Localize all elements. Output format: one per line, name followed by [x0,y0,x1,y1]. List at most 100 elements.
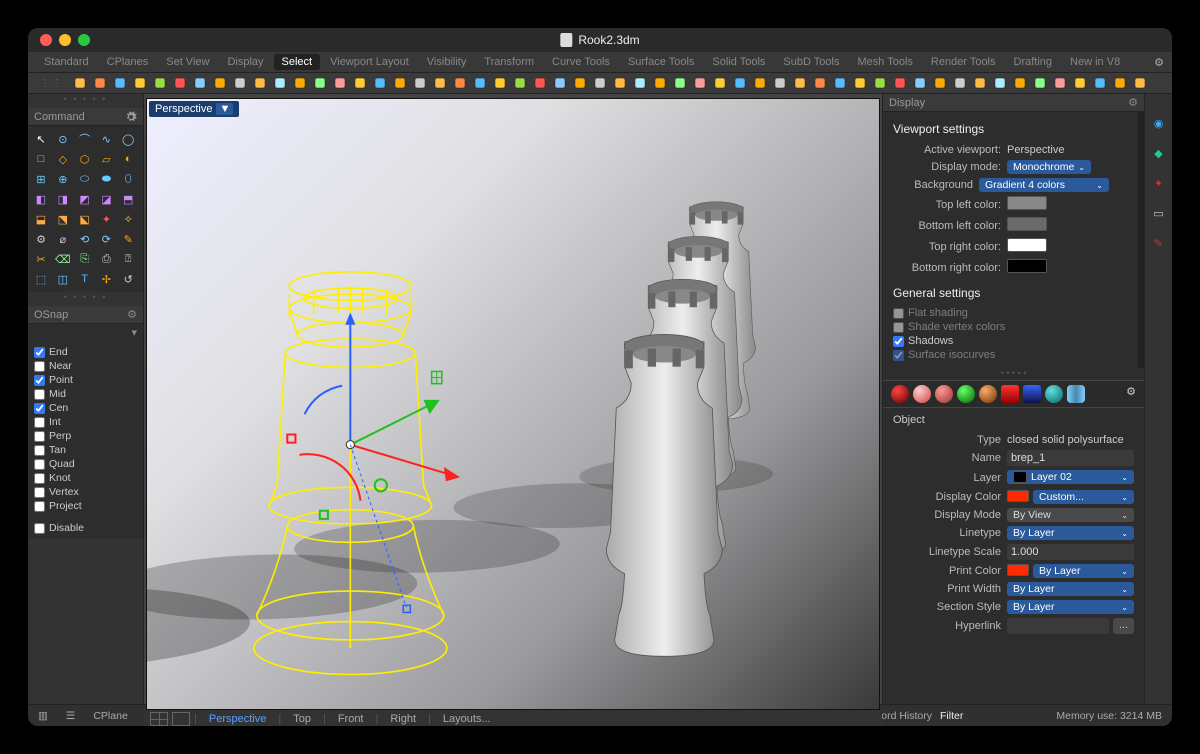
display-color-swatch[interactable] [1007,490,1029,502]
toolbar-button-0[interactable] [71,74,89,92]
menu-tab-solid-tools[interactable]: Solid Tools [704,54,773,70]
linetype-scale-input[interactable] [1007,544,1134,560]
osnap-disable[interactable]: Disable [34,521,137,535]
toolbar-button-24[interactable] [551,74,569,92]
palette-tool-8[interactable]: ▱ [97,150,115,168]
tab-top[interactable]: Top [285,710,319,726]
print-color-dropdown[interactable]: By Layer⌄ [1033,564,1134,578]
palette-tool-32[interactable]: ⎘ [76,250,94,268]
palette-tool-31[interactable]: ⌫ [54,250,72,268]
toolbar-button-4[interactable] [151,74,169,92]
gear-icon[interactable]: ⚙ [1154,56,1164,69]
palette-tool-10[interactable]: ⊞ [32,170,50,188]
object-tab[interactable] [891,385,909,403]
menu-tab-standard[interactable]: Standard [36,54,97,70]
gear-icon[interactable] [125,111,137,123]
print-width-dropdown[interactable]: By Layer⌄ [1007,582,1134,596]
menu-tab-select[interactable]: Select [274,54,321,70]
top-left-color-swatch[interactable] [1007,196,1047,210]
palette-tool-16[interactable]: ◨ [54,190,72,208]
toolbar-button-26[interactable] [591,74,609,92]
toolbar-button-51[interactable] [1091,74,1109,92]
palette-tool-5[interactable]: □ [32,150,50,168]
menu-tab-visibility[interactable]: Visibility [419,54,475,70]
osnap-mid[interactable]: Mid [34,387,137,401]
toolbar-button-38[interactable] [831,74,849,92]
palette-tool-21[interactable]: ⬔ [54,210,72,228]
toolbar-button-43[interactable] [931,74,949,92]
palette-tool-17[interactable]: ◩ [76,190,94,208]
status-filter[interactable]: Filter [936,710,967,722]
palette-tool-18[interactable]: ◪ [97,190,115,208]
toolbar-button-36[interactable] [791,74,809,92]
section-style-dropdown[interactable]: By Layer⌄ [1007,600,1134,614]
layers-tab-icon[interactable]: ◆ [1150,144,1168,162]
single-layout-icon[interactable] [172,712,190,726]
tab-layouts[interactable]: Layouts... [435,710,499,726]
layer-dropdown[interactable]: Layer 02⌄ [1007,470,1134,484]
toolbar-button-42[interactable] [911,74,929,92]
toolbar-button-35[interactable] [771,74,789,92]
osnap-knot[interactable]: Knot [34,471,137,485]
blue-box-tab[interactable] [1023,385,1041,403]
red-box-tab[interactable] [1001,385,1019,403]
osnap-int[interactable]: Int [34,415,137,429]
display-color-dropdown[interactable]: Custom...⌄ [1033,490,1134,504]
palette-tool-23[interactable]: ✦ [97,210,115,228]
minimize-window-button[interactable] [59,34,71,46]
palette-tool-25[interactable]: ⚙ [32,230,50,248]
toolbar-button-16[interactable] [391,74,409,92]
toolbar-button-32[interactable] [711,74,729,92]
green-tab[interactable] [957,385,975,403]
osnap-near[interactable]: Near [34,359,137,373]
bottom-left-color-swatch[interactable] [1007,217,1047,231]
palette-tool-7[interactable]: ⬡ [76,150,94,168]
palette-tool-9[interactable]: ◐ [119,150,137,168]
wood-tab[interactable] [979,385,997,403]
toolbar-button-46[interactable] [991,74,1009,92]
palette-tool-27[interactable]: ⟲ [76,230,94,248]
palette-tool-33[interactable]: ⎙ [97,250,115,268]
toolbar-button-15[interactable] [371,74,389,92]
toolbar-button-8[interactable] [231,74,249,92]
palette-tool-1[interactable]: ⊙ [54,130,72,148]
palette-tool-11[interactable]: ⊕ [54,170,72,188]
menu-tab-new-in-v8[interactable]: New in V8 [1062,54,1128,70]
toolbar-button-6[interactable] [191,74,209,92]
tab-front[interactable]: Front [330,710,372,726]
toolbar-button-33[interactable] [731,74,749,92]
palette-tool-12[interactable]: ⬭ [76,170,94,188]
help-tab-icon[interactable]: ✦ [1150,174,1168,192]
tab-right[interactable]: Right [382,710,424,726]
toolbar-button-17[interactable] [411,74,429,92]
object-display-mode-dropdown[interactable]: By View⌄ [1007,508,1134,522]
properties-tab-icon[interactable]: ◉ [1150,114,1168,132]
toolbar-button-45[interactable] [971,74,989,92]
toolbar-button-44[interactable] [951,74,969,92]
palette-tool-28[interactable]: ⟳ [97,230,115,248]
list-icon[interactable]: ☰ [62,710,79,722]
toolbar-button-19[interactable] [451,74,469,92]
palette-tool-24[interactable]: ✧ [119,210,137,228]
toolbar-button-27[interactable] [611,74,629,92]
menu-tab-set-view[interactable]: Set View [158,54,217,70]
toolbar-button-9[interactable] [251,74,269,92]
toolbar-button-7[interactable] [211,74,229,92]
texture-tab[interactable] [935,385,953,403]
toolbar-button-20[interactable] [471,74,489,92]
notes-tab-icon[interactable]: ✎ [1150,234,1168,252]
osnap-cen[interactable]: Cen [34,401,137,415]
palette-tool-37[interactable]: T [76,270,94,288]
toolbar-button-13[interactable] [331,74,349,92]
toolbar-button-12[interactable] [311,74,329,92]
shade-vertex-checkbox[interactable] [893,322,904,333]
menu-tab-surface-tools[interactable]: Surface Tools [620,54,702,70]
palette-tool-13[interactable]: ⬬ [97,170,115,188]
close-window-button[interactable] [40,34,52,46]
palette-tool-38[interactable]: ✢ [97,270,115,288]
toolbar-button-49[interactable] [1051,74,1069,92]
osnap-filter-icon[interactable]: ▾ [28,324,143,341]
menu-tab-viewport-layout[interactable]: Viewport Layout [322,54,417,70]
palette-tool-30[interactable]: ✂ [32,250,50,268]
palette-tool-2[interactable]: ⌒ [76,130,94,148]
